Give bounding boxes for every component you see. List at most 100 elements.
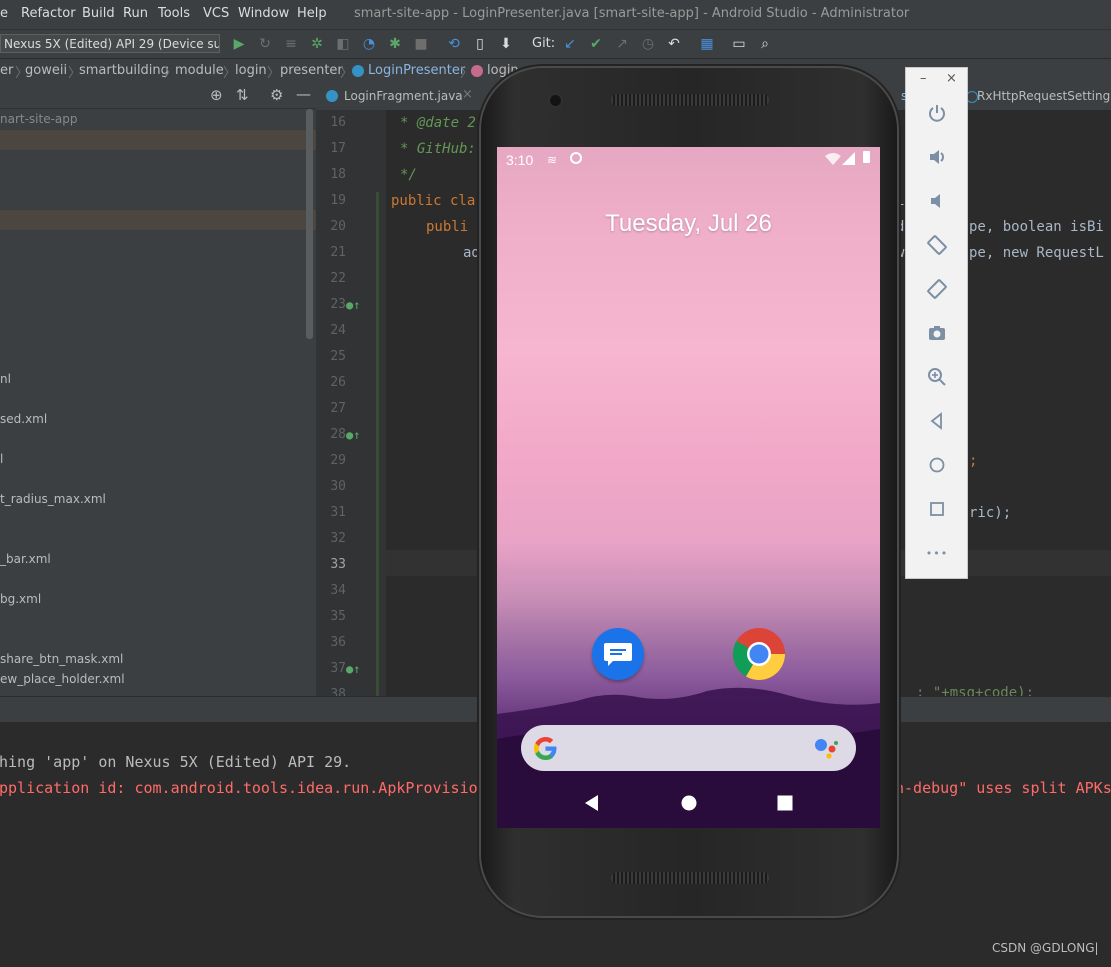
menu-window[interactable]: Window: [238, 6, 289, 21]
menu-edit[interactable]: e: [0, 6, 8, 21]
google-assistant-icon[interactable]: [814, 737, 840, 759]
sync-icon[interactable]: ⟲: [445, 35, 463, 53]
wifi-off-icon: ≋: [547, 153, 558, 167]
sdk-manager-icon[interactable]: ⬇: [497, 35, 515, 53]
nav-home-icon[interactable]: [680, 794, 698, 812]
code-line: public cla: [391, 193, 476, 209]
collapse-all-icon[interactable]: ⇅: [236, 86, 249, 104]
menu-build[interactable]: Build: [82, 6, 115, 21]
breadcrumb-item[interactable]: login: [235, 63, 267, 78]
volume-down-icon[interactable]: [924, 188, 950, 214]
camera-icon[interactable]: [924, 320, 950, 346]
override-icon[interactable]: ●↑: [346, 298, 360, 312]
menu-tools[interactable]: Tools: [158, 6, 190, 21]
chrome-icon[interactable]: [732, 627, 786, 681]
breadcrumb-item[interactable]: goweii: [25, 63, 67, 78]
locate-icon[interactable]: ⊕: [210, 86, 223, 104]
scrollbar-thumb[interactable]: [306, 109, 313, 339]
hide-panel-icon[interactable]: —: [296, 85, 311, 103]
line-number: 37: [330, 661, 346, 676]
avd-manager-icon[interactable]: ▯: [471, 35, 489, 53]
layout-icon[interactable]: ▭: [730, 35, 748, 53]
line-number: 16: [330, 115, 346, 130]
do-not-disturb-icon: [570, 152, 582, 164]
watermark: CSDN @GDLONG|: [992, 941, 1099, 955]
line-number: 32: [330, 531, 346, 546]
run-icon[interactable]: ▶: [230, 35, 248, 53]
gear-icon[interactable]: ⚙: [270, 86, 283, 104]
menu-run[interactable]: Run: [123, 6, 148, 21]
line-number: 25: [330, 349, 346, 364]
back-icon[interactable]: [924, 408, 950, 434]
profile-icon[interactable]: ◔: [360, 35, 378, 53]
messages-icon[interactable]: [592, 628, 644, 680]
line-number: 26: [330, 375, 346, 390]
tab-rxhttprequestsetting[interactable]: RxHttpRequestSetting.ja: [977, 89, 1111, 103]
debug-icon[interactable]: ✲: [308, 35, 326, 53]
git-commit-icon[interactable]: ✔: [587, 35, 605, 53]
file-item[interactable]: t_radius_max.xml: [0, 492, 106, 506]
git-update-icon[interactable]: ↙: [561, 35, 579, 53]
rerun-icon[interactable]: ↻: [256, 35, 274, 53]
status-time: 3:10: [506, 152, 534, 168]
nav-back-icon[interactable]: [583, 794, 601, 812]
menu-vcs[interactable]: VCS: [203, 6, 229, 21]
menu-help[interactable]: Help: [297, 6, 327, 21]
breadcrumb-item[interactable]: er: [0, 63, 13, 78]
close-button[interactable]: ×: [946, 71, 957, 86]
phone-screen[interactable]: 3:10 ≋ Tuesday, Jul 26: [497, 147, 880, 828]
close-tab-icon[interactable]: ×: [462, 87, 473, 102]
line-number: 35: [330, 609, 346, 624]
code-line: publi: [426, 219, 469, 235]
rotate-right-icon[interactable]: [924, 276, 950, 302]
line-number: 18: [330, 167, 346, 182]
more-icon[interactable]: •••: [924, 540, 950, 566]
attach-debugger-icon[interactable]: ✱: [386, 35, 404, 53]
nav-overview-icon[interactable]: [776, 794, 794, 812]
power-icon[interactable]: [924, 100, 950, 126]
apply-changes-icon[interactable]: ≡: [282, 35, 300, 53]
file-item[interactable]: share_btn_mask.xml: [0, 652, 123, 666]
breadcrumb-item[interactable]: presenter: [280, 63, 343, 78]
breadcrumb-item[interactable]: module: [175, 63, 224, 78]
code-line: w: [896, 245, 905, 261]
rotate-left-icon[interactable]: [924, 232, 950, 258]
file-item[interactable]: nl: [0, 372, 11, 386]
menu-refactor[interactable]: Refactor: [21, 6, 76, 21]
class-icon: [326, 90, 338, 102]
home-icon[interactable]: [924, 452, 950, 478]
google-search-bar[interactable]: [521, 725, 856, 771]
line-number: 24: [330, 323, 346, 338]
override-icon[interactable]: ●↑: [346, 428, 360, 442]
git-rollback-icon[interactable]: ↶: [665, 35, 683, 53]
project-panel-header: ⊕ ⇅ ⚙ —: [0, 84, 316, 109]
breadcrumb-item[interactable]: LoginPresenter: [368, 63, 465, 78]
stop-icon[interactable]: ■: [412, 35, 430, 53]
minimize-button[interactable]: –: [920, 71, 927, 86]
file-item[interactable]: _bar.xml: [0, 552, 51, 566]
git-push-icon[interactable]: ↗: [613, 35, 631, 53]
line-number: 19: [330, 193, 346, 208]
project-structure-icon[interactable]: ▦: [698, 35, 716, 53]
overview-icon[interactable]: [924, 496, 950, 522]
battery-icon: [863, 151, 870, 163]
device-selector[interactable]: Nexus 5X (Edited) API 29 (Device sur...: [0, 34, 220, 53]
line-number: 17: [330, 141, 346, 156]
console-line: hing 'app' on Nexus 5X (Edited) API 29.: [0, 753, 352, 771]
file-item[interactable]: bg.xml: [0, 592, 41, 606]
project-root[interactable]: nart-site-app: [0, 112, 78, 126]
coverage-icon[interactable]: ◧: [334, 35, 352, 53]
front-camera: [550, 95, 561, 106]
volume-up-icon[interactable]: [924, 144, 950, 170]
git-history-icon[interactable]: ◷: [639, 35, 657, 53]
method-icon: [471, 65, 483, 77]
search-icon[interactable]: ⌕: [756, 35, 774, 53]
override-icon[interactable]: ●↑: [346, 662, 360, 676]
line-number-current: 33: [330, 557, 346, 572]
file-item[interactable]: sed.xml: [0, 412, 47, 426]
file-item[interactable]: ew_place_holder.xml: [0, 672, 125, 686]
tab-loginfragment[interactable]: LoginFragment.java: [344, 89, 463, 103]
breadcrumb-item[interactable]: smartbuilding: [79, 63, 169, 78]
file-item[interactable]: l: [0, 452, 3, 466]
zoom-icon[interactable]: [924, 364, 950, 390]
